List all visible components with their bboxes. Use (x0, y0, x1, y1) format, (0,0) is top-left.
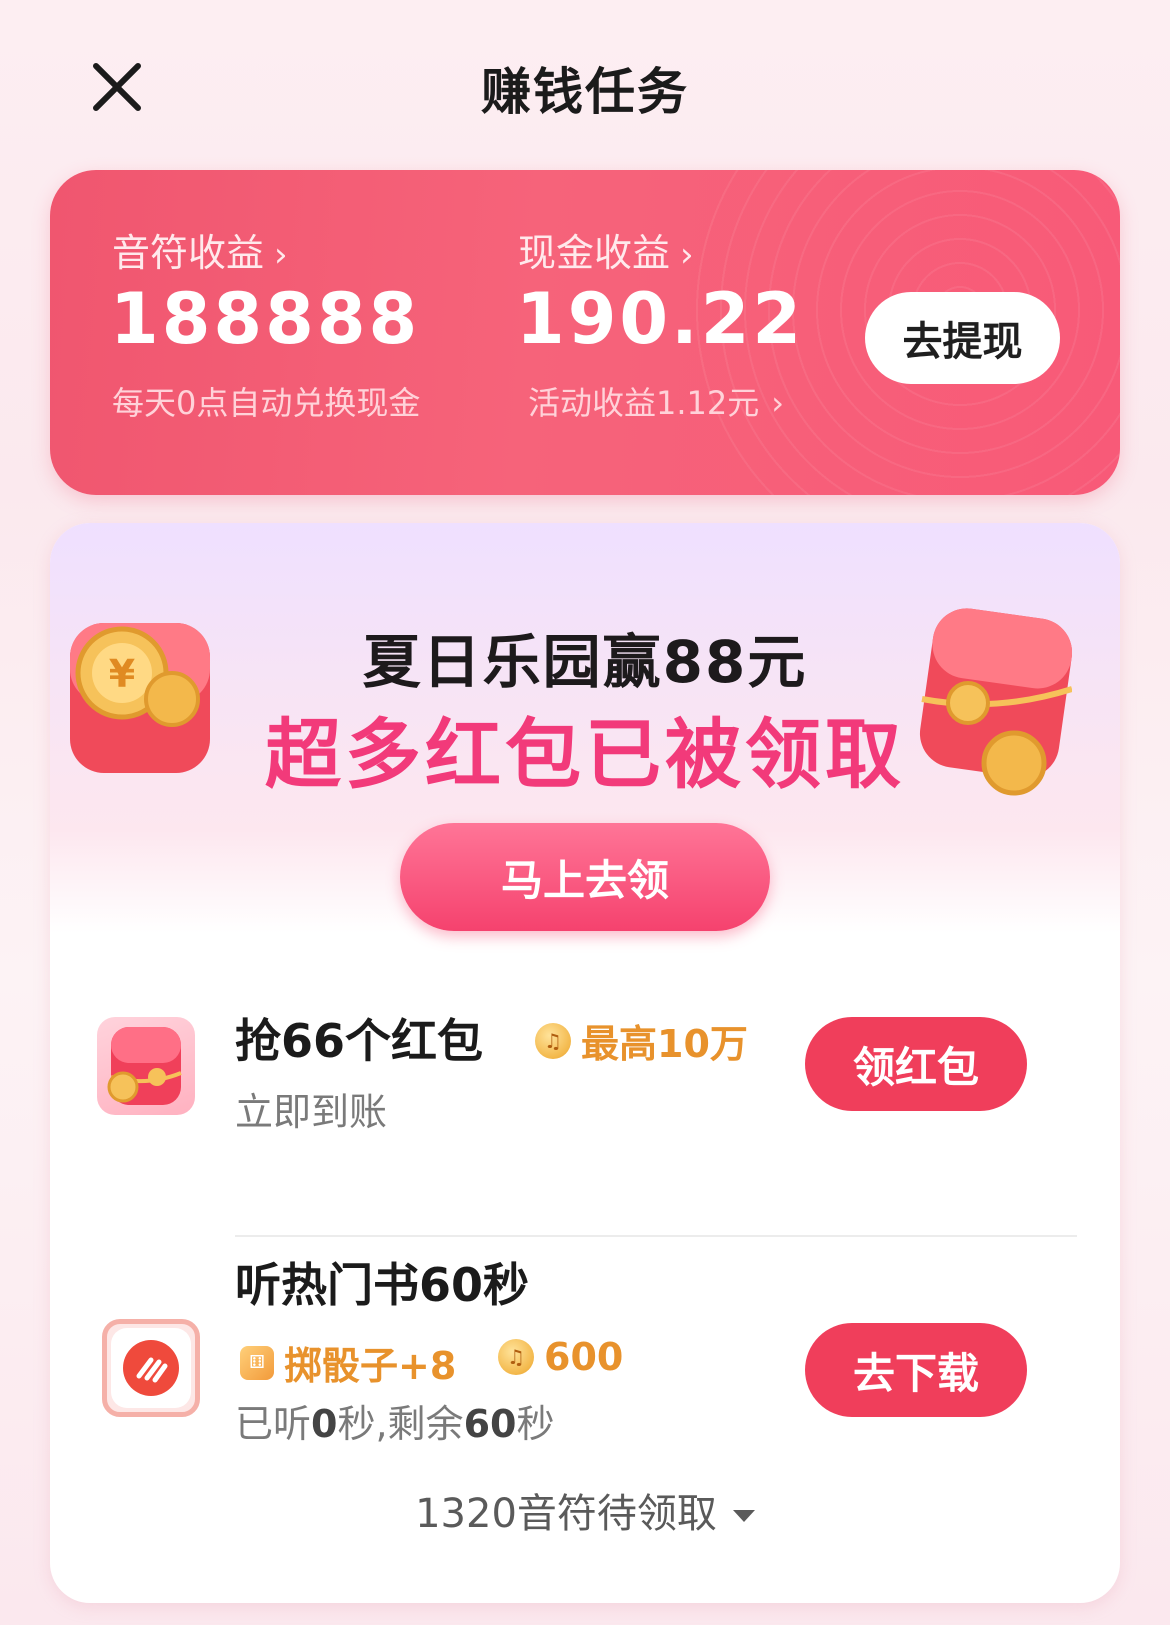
page-title: 赚钱任务 (481, 63, 689, 121)
cash-earnings-label: 现金收益 (518, 231, 671, 275)
reward-label: 最高10万 (581, 1022, 748, 1066)
progress-suffix: 秒 (516, 1402, 555, 1446)
dice-reward: ⚅ 掷骰子+8 (240, 1335, 456, 1390)
task-row: 抢66个红包 ♫ 最高10万 立即到账 领红包 (50, 993, 1120, 1143)
pending-notes-toggle[interactable]: 1320音符待领取 (50, 1481, 1120, 1539)
divider (235, 1235, 1077, 1237)
download-button[interactable]: 去下载 (805, 1323, 1027, 1417)
tasks-card: ¥ 夏日乐园赢88元 超多红包已被领取 马上去领 抢66个红包 ♫ 最高10万 … (50, 523, 1120, 1603)
listen-progress: 已听0秒,剩余60秒 (235, 1393, 554, 1448)
reward-label: 600 (544, 1335, 624, 1379)
task-subtitle: 立即到账 (235, 1090, 388, 1134)
withdraw-button[interactable]: 去提现 (865, 292, 1060, 384)
notes-earnings-label: 音符收益 (112, 231, 265, 275)
music-coin-icon: ♫ (498, 1339, 534, 1375)
chevron-right-icon: › (771, 384, 785, 422)
listened-seconds: 0 (311, 1402, 338, 1446)
remaining-seconds: 60 (463, 1402, 517, 1446)
task-title: 听热门书60秒 (235, 1258, 530, 1312)
dice-icon: ⚅ (240, 1345, 274, 1380)
notes-earnings-link[interactable]: 音符收益 › (112, 222, 288, 277)
progress-mid: 秒,剩余 (337, 1402, 464, 1446)
pending-notes-label: 1320音符待领取 (415, 1491, 717, 1537)
reward-label: 掷骰子+8 (284, 1344, 457, 1388)
chevron-right-icon: › (274, 235, 288, 275)
claim-red-envelope-button[interactable]: 领红包 (805, 1017, 1027, 1111)
banner-title: 夏日乐园赢88元 (362, 628, 808, 696)
cash-earnings-link[interactable]: 现金收益 › (518, 222, 694, 277)
notes-earnings-value: 188888 (110, 278, 421, 360)
chevron-right-icon: › (680, 235, 694, 275)
cash-earnings-value: 190.22 (516, 278, 805, 360)
activity-earnings-link[interactable]: 活动收益1.12元 › (528, 378, 784, 424)
banner-subtitle: 超多红包已被领取 (265, 710, 905, 799)
caret-down-icon (732, 1510, 755, 1522)
red-envelope-task-icon (97, 1017, 195, 1115)
promo-banner: ¥ 夏日乐园赢88元 超多红包已被领取 马上去领 (50, 523, 1120, 933)
task-row: 听热门书60秒 ⚅ 掷骰子+8 ♫ 600 已听0秒,剩余60秒 去下载 (50, 1243, 1120, 1453)
task-reward: ♫ 最高10万 (535, 1013, 748, 1068)
activity-earnings-label: 活动收益1.12元 (528, 384, 760, 422)
claim-now-button[interactable]: 马上去领 (400, 823, 770, 931)
progress-prefix: 已听 (235, 1402, 312, 1446)
notes-exchange-note: 每天0点自动兑换现金 (112, 384, 421, 422)
task-title: 抢66个红包 (235, 1014, 484, 1068)
audiobook-app-icon (102, 1319, 200, 1417)
notes-reward: ♫ 600 (498, 1335, 623, 1379)
earnings-card: 音符收益 › 188888 每天0点自动兑换现金 现金收益 › 190.22 活动收… (50, 170, 1120, 495)
music-coin-icon: ♫ (535, 1022, 571, 1059)
